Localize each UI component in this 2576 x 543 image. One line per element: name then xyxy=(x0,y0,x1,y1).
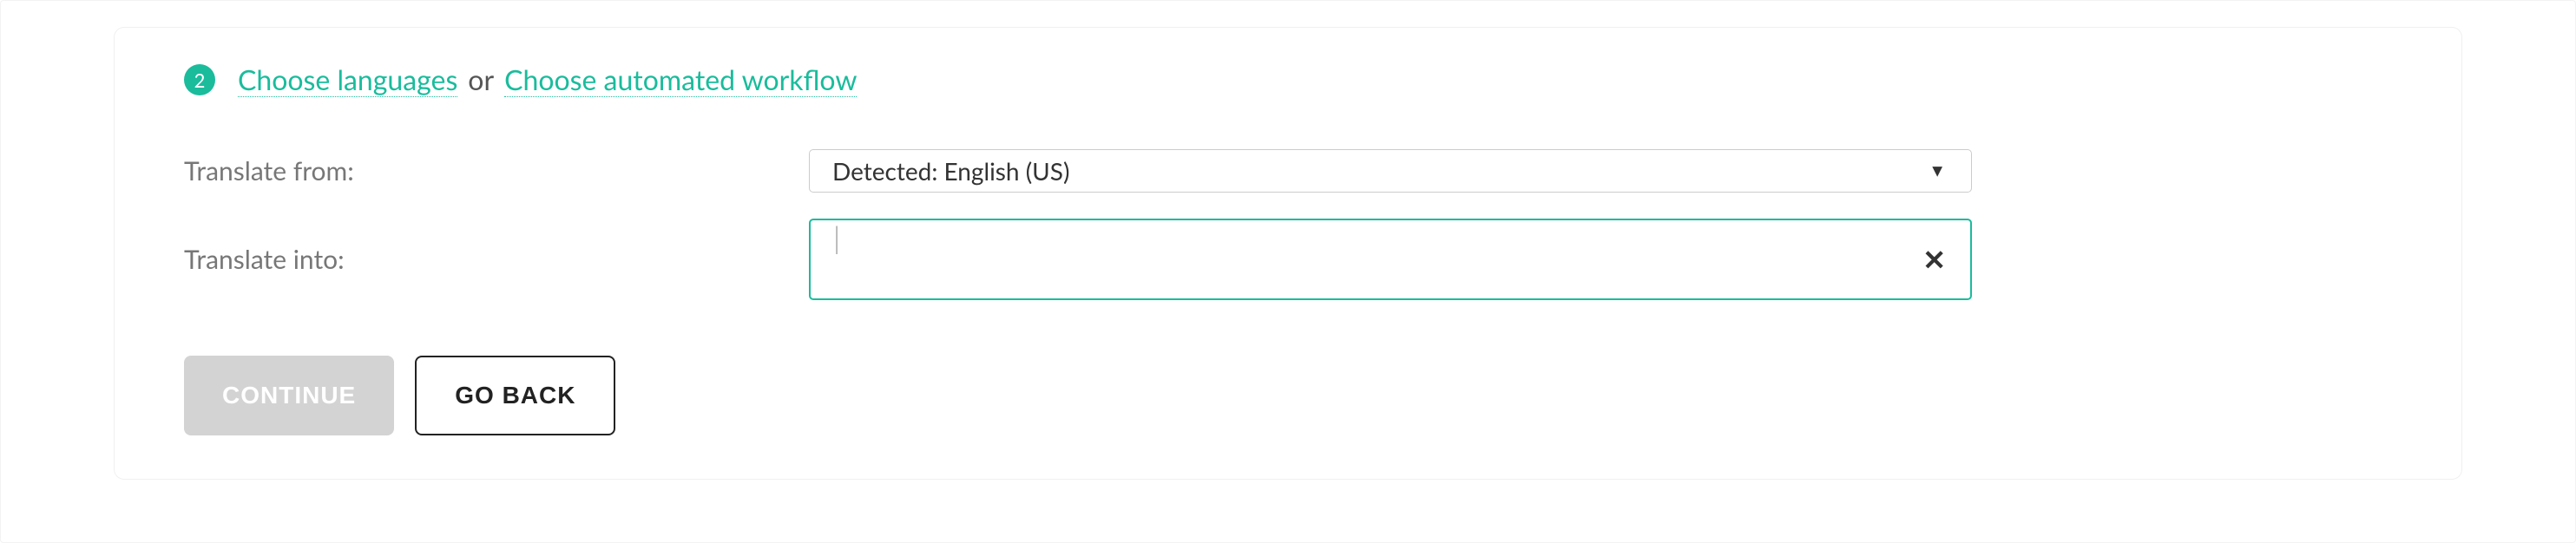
translate-into-input-wrapper: | ✕ xyxy=(809,219,1972,300)
translate-from-label: Translate from: xyxy=(184,155,809,186)
text-cursor: | xyxy=(833,220,840,256)
translate-into-input[interactable]: | xyxy=(809,219,1972,300)
button-row: CONTINUE GO BACK xyxy=(184,356,2392,435)
translate-into-label: Translate into: xyxy=(184,244,809,275)
choose-languages-link[interactable]: Choose languages xyxy=(238,62,457,97)
step-card: 2 Choose languages or Choose automated w… xyxy=(114,27,2462,480)
continue-button[interactable]: CONTINUE xyxy=(184,356,394,435)
choose-workflow-link[interactable]: Choose automated workflow xyxy=(504,62,857,97)
close-icon[interactable]: ✕ xyxy=(1922,245,1946,273)
step-header: 2 Choose languages or Choose automated w… xyxy=(184,62,2392,97)
translate-into-row: Translate into: | ✕ xyxy=(184,219,2392,300)
translate-from-row: Translate from: Detected: English (US) ▼ xyxy=(184,149,2392,193)
step-title: Choose languages or Choose automated wor… xyxy=(238,62,857,97)
step-number-badge: 2 xyxy=(184,64,215,95)
translate-from-value: Detected: English (US) xyxy=(832,156,1069,186)
page-frame: 2 Choose languages or Choose automated w… xyxy=(0,0,2576,543)
translate-from-select-wrapper: Detected: English (US) ▼ xyxy=(809,149,1972,193)
translate-from-select[interactable]: Detected: English (US) xyxy=(809,149,1972,193)
go-back-button[interactable]: GO BACK xyxy=(415,356,615,435)
step-or-text: or xyxy=(468,62,494,96)
